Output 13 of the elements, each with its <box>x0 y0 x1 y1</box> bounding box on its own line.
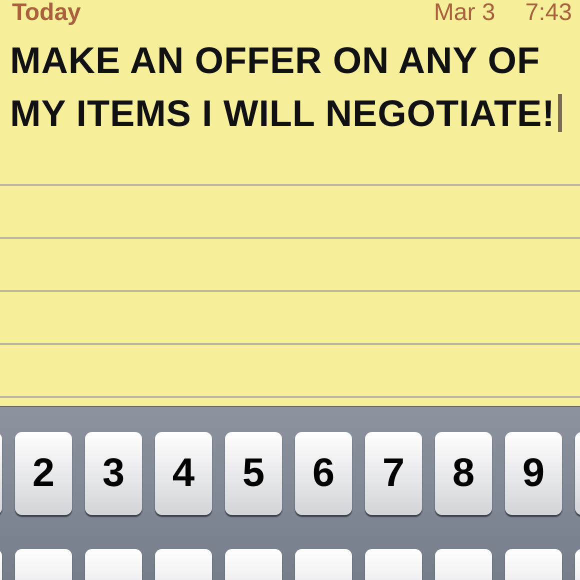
keyboard-key[interactable]: 7 <box>365 432 422 515</box>
note-date: Mar 3 <box>434 0 496 26</box>
keyboard-key[interactable]: 9 <box>505 432 562 515</box>
keyboard-key[interactable]: 2 <box>15 432 72 515</box>
note-title: Today <box>12 0 81 26</box>
note-time: 7:43 <box>525 0 572 26</box>
keyboard-key[interactable]: 6 <box>295 432 352 515</box>
keyboard-key[interactable]: 8 <box>435 432 492 515</box>
text-cursor <box>558 94 562 132</box>
keyboard-key[interactable]: 4 <box>155 432 212 515</box>
note-text[interactable]: MAKE AN OFFER ON ANY OF MY ITEMS I WILL NEGOTIATE! <box>10 34 574 140</box>
keyboard-key[interactable]: 5 <box>225 432 282 515</box>
keyboard-key[interactable]: 3 <box>85 432 142 515</box>
